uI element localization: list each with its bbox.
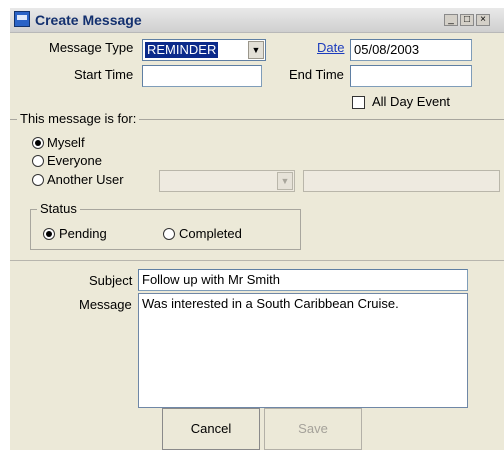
label-another-user: Another User [47,172,124,187]
label-pending: Pending [59,226,107,241]
label-myself: Myself [47,135,85,150]
message-type-value: REMINDER [145,42,219,58]
radio-another-user[interactable] [32,174,44,186]
another-user-select[interactable]: ▼ [159,170,295,192]
message-for-label: This message is for: [17,111,140,126]
date-link[interactable]: Date [317,40,344,55]
save-button-label: Save [298,421,328,436]
all-day-label: All Day Event [372,94,451,109]
close-icon[interactable]: × [476,14,490,26]
radio-everyone[interactable] [32,155,44,167]
message-textarea[interactable]: Was interested in a South Caribbean Crui… [138,293,468,408]
radio-completed[interactable] [163,228,175,240]
create-message-window: Create Message _ □ × Message Type REMIND… [10,8,504,450]
label-completed: Completed [179,226,242,241]
end-time-label: End Time [289,67,344,82]
radio-pending[interactable] [43,228,55,240]
start-time-label: Start Time [74,67,134,82]
window-title: Create Message [35,12,142,28]
cancel-button-label: Cancel [190,421,232,436]
minimize-icon[interactable]: _ [444,14,458,26]
message-type-label: Message Type [49,40,134,55]
title-bar: Create Message _ □ × [10,8,504,33]
label-everyone: Everyone [47,153,102,168]
save-button[interactable]: Save [264,408,362,450]
cancel-button[interactable]: Cancel [162,408,260,450]
chevron-down-icon[interactable]: ▼ [277,172,293,190]
end-time-field[interactable] [350,65,472,87]
subject-field[interactable]: Follow up with Mr Smith [138,269,468,291]
subject-label: Subject [89,273,133,288]
all-day-checkbox[interactable] [352,96,365,109]
message-type-select[interactable]: REMINDER ▼ [142,39,266,61]
form-divider [10,260,504,261]
radio-myself[interactable] [32,137,44,149]
message-label: Message [79,297,132,312]
another-user-field[interactable] [303,170,500,192]
date-field[interactable]: 05/08/2003 [350,39,472,61]
start-time-field[interactable] [142,65,262,87]
chevron-down-icon[interactable]: ▼ [248,41,264,59]
maximize-icon[interactable]: □ [460,14,474,26]
status-label: Status [37,201,80,216]
app-icon [14,11,30,27]
